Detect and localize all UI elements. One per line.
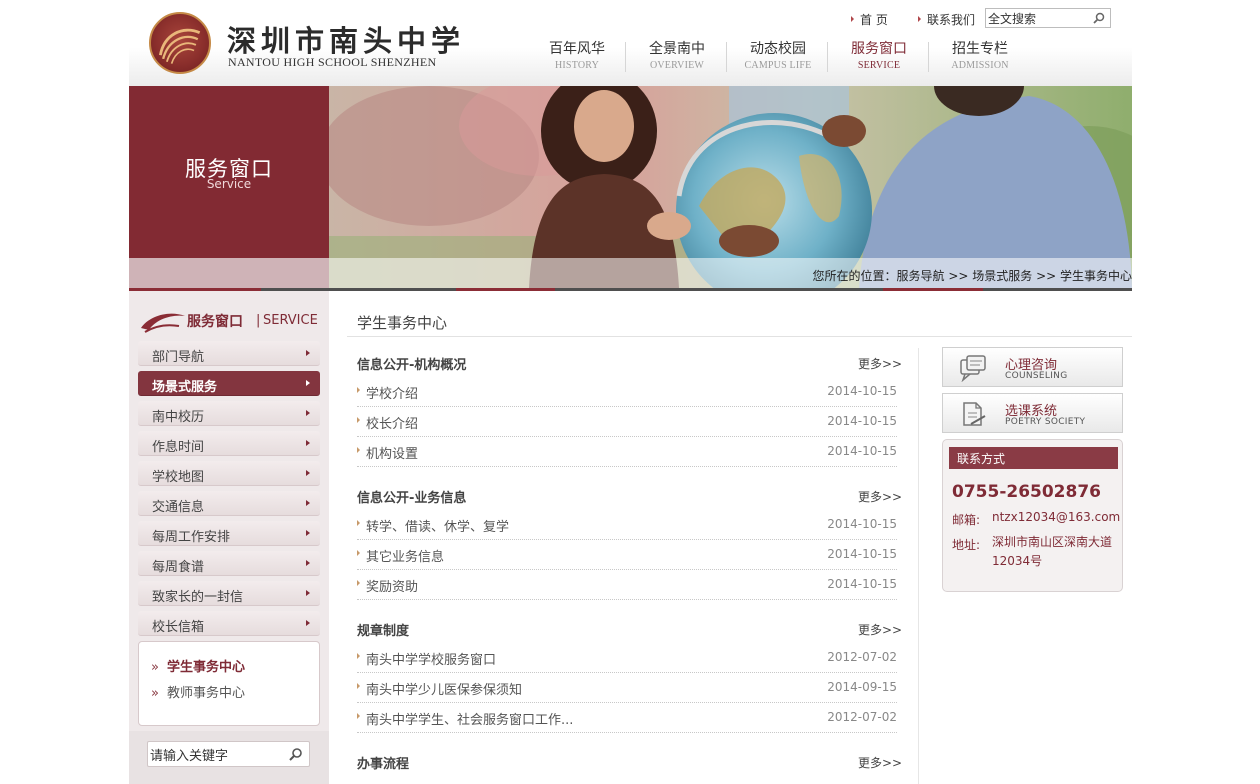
- nav-divider: [928, 42, 929, 72]
- list-item[interactable]: 转学、借读、休学、复学 2014-10-15: [357, 510, 897, 540]
- sidebar-search-box: [147, 741, 310, 767]
- contact-address-line2: 12034号: [992, 554, 1043, 568]
- site-search-box: [985, 8, 1111, 28]
- nav-campus-life[interactable]: 动态校园 CAMPUS LIFE: [728, 40, 828, 74]
- bullet-icon: [918, 16, 921, 22]
- sidebar-item-department-nav[interactable]: 部门导航: [138, 341, 320, 366]
- arrow-right-icon: [306, 590, 310, 596]
- breadcrumb-text[interactable]: 您所在的位置：服务导航 >> 场景式服务 >> 学生事务中心: [813, 267, 1132, 284]
- arrow-right-icon: [306, 500, 310, 506]
- search-icon[interactable]: [289, 747, 303, 761]
- search-icon[interactable]: [1093, 12, 1105, 24]
- arrow-right-icon: [306, 470, 310, 476]
- banner-left-strip: [129, 258, 329, 288]
- arrow-right-icon: [306, 410, 310, 416]
- bullet-icon: [357, 417, 360, 423]
- school-name-en: NANTOU HIGH SCHOOL SHENZHEN: [228, 55, 437, 69]
- sidebar-item-principal-mailbox[interactable]: 校长信箱: [138, 611, 320, 636]
- contact-header: 联系方式: [949, 447, 1118, 469]
- more-link[interactable]: 更多>>: [858, 621, 902, 638]
- more-link[interactable]: 更多>>: [858, 754, 902, 771]
- bullet-icon: [357, 520, 360, 526]
- email-label: 邮箱:: [952, 513, 981, 527]
- document-edit-icon: [963, 402, 986, 426]
- sidebar-item-weekly-menu[interactable]: 每周食谱: [138, 551, 320, 576]
- list-item[interactable]: 南头中学少儿医保参保须知 2014-09-15: [357, 673, 897, 703]
- sidebar-item-school-calendar[interactable]: 南中校历: [138, 401, 320, 426]
- nav-overview[interactable]: 全景南中 OVERVIEW: [627, 40, 727, 74]
- course-selection-button[interactable]: 选课系统 POETRY SOCIETY: [942, 393, 1123, 433]
- page-banner: 服务窗口 Service 您所在的位置：服务导航 >> 场景式服务 >> 学生事…: [129, 86, 1132, 288]
- counseling-button[interactable]: 心理咨询 COUNSELING: [942, 347, 1123, 387]
- bullet-icon: [357, 387, 360, 393]
- bullet-icon: [357, 550, 360, 556]
- contact-email[interactable]: ntzx12034@163.com: [992, 508, 1120, 527]
- arrow-right-icon: [306, 440, 310, 446]
- nav-divider: [726, 42, 727, 72]
- address-label: 地址:: [952, 538, 981, 552]
- banner-title-en: Service: [206, 177, 252, 191]
- list-item[interactable]: 奖励资助 2014-10-15: [357, 570, 897, 600]
- nav-divider: [625, 42, 626, 72]
- nav-history[interactable]: 百年风华 HISTORY: [527, 40, 627, 74]
- banner-title-block: 服务窗口 Service: [129, 86, 329, 258]
- bullet-icon: [851, 16, 854, 22]
- nav-service[interactable]: 服务窗口 SERVICE: [829, 40, 929, 74]
- keyword-search-input[interactable]: [150, 745, 280, 763]
- list-item[interactable]: 学校介绍 2014-10-15: [357, 377, 897, 407]
- list-item[interactable]: 机构设置 2014-10-15: [357, 437, 897, 467]
- nav-divider: [827, 42, 828, 72]
- section-title[interactable]: 规章制度: [357, 620, 409, 639]
- arrow-right-icon: [306, 620, 310, 626]
- bullet-icon: [357, 580, 360, 586]
- list-item[interactable]: 南头中学学校服务窗口 2012-07-02: [357, 643, 897, 673]
- left-sidebar: 服务窗口 | SERVICE 部门导航 场景式服务 南中校历 作息时间 学校地图…: [129, 291, 329, 784]
- arrow-right-icon: [306, 350, 310, 356]
- list-item[interactable]: 校长介绍 2014-10-15: [357, 407, 897, 437]
- site-search-input[interactable]: [986, 9, 1086, 27]
- page-title: 学生事务中心: [357, 314, 448, 332]
- sidebar-item-parent-letter[interactable]: 致家长的一封信: [138, 581, 320, 606]
- site-header: 深圳市南头中学 NANTOU HIGH SCHOOL SHENZHEN 首 页 …: [129, 0, 1132, 86]
- school-emblem-logo[interactable]: [149, 12, 211, 74]
- list-item[interactable]: 其它业务信息 2014-10-15: [357, 540, 897, 570]
- home-link[interactable]: 首 页: [851, 11, 888, 28]
- sidebar-item-schedule[interactable]: 作息时间: [138, 431, 320, 456]
- title-divider: [347, 336, 1132, 337]
- sidebar-item-school-map[interactable]: 学校地图: [138, 461, 320, 486]
- bullet-icon: [357, 713, 360, 719]
- section-title[interactable]: 办事流程: [357, 753, 409, 772]
- section-title[interactable]: 信息公开-机构概况: [357, 354, 466, 373]
- sidebar-search: [129, 731, 329, 784]
- breadcrumb: 您所在的位置：服务导航 >> 场景式服务 >> 学生事务中心: [329, 258, 1132, 288]
- contact-address-line1: 深圳市南山区深南大道: [992, 535, 1113, 549]
- arrow-right-icon: [306, 560, 310, 566]
- submenu-student-affairs[interactable]: » 学生事务中心: [151, 656, 245, 675]
- column-divider: [918, 348, 919, 784]
- sidebar-item-traffic-info[interactable]: 交通信息: [138, 491, 320, 516]
- bullet-icon: [357, 653, 360, 659]
- arrow-right-icon: [306, 530, 310, 536]
- sidebar-title: 服务窗口 | SERVICE: [139, 306, 324, 336]
- list-item[interactable]: 南头中学学生、社会服务窗口工作... 2012-07-02: [357, 703, 897, 733]
- arrow-right-icon: [306, 380, 310, 386]
- bullet-icon: [357, 683, 360, 689]
- more-link[interactable]: 更多>>: [858, 488, 902, 505]
- sidebar-submenu: » 学生事务中心 » 教师事务中心: [138, 641, 320, 726]
- swoosh-logo-icon: [141, 313, 185, 333]
- submenu-teacher-affairs[interactable]: » 教师事务中心: [151, 682, 245, 701]
- sidebar-item-scenario-service[interactable]: 场景式服务: [138, 371, 320, 396]
- bullet-icon: [357, 447, 360, 453]
- nav-admission[interactable]: 招生专栏 ADMISSION: [930, 40, 1030, 74]
- contact-us-link[interactable]: 联系我们: [918, 11, 975, 28]
- sidebar-item-weekly-work[interactable]: 每周工作安排: [138, 521, 320, 546]
- contact-info-box: 联系方式 0755-26502876 邮箱: ntzx12034@163.com…: [942, 439, 1123, 592]
- section-title[interactable]: 信息公开-业务信息: [357, 487, 466, 506]
- school-name-cn: 深圳市南头中学: [227, 24, 466, 58]
- contact-phone: 0755-26502876: [952, 482, 1101, 502]
- chat-bubble-icon: [960, 355, 986, 382]
- more-link[interactable]: 更多>>: [858, 355, 902, 372]
